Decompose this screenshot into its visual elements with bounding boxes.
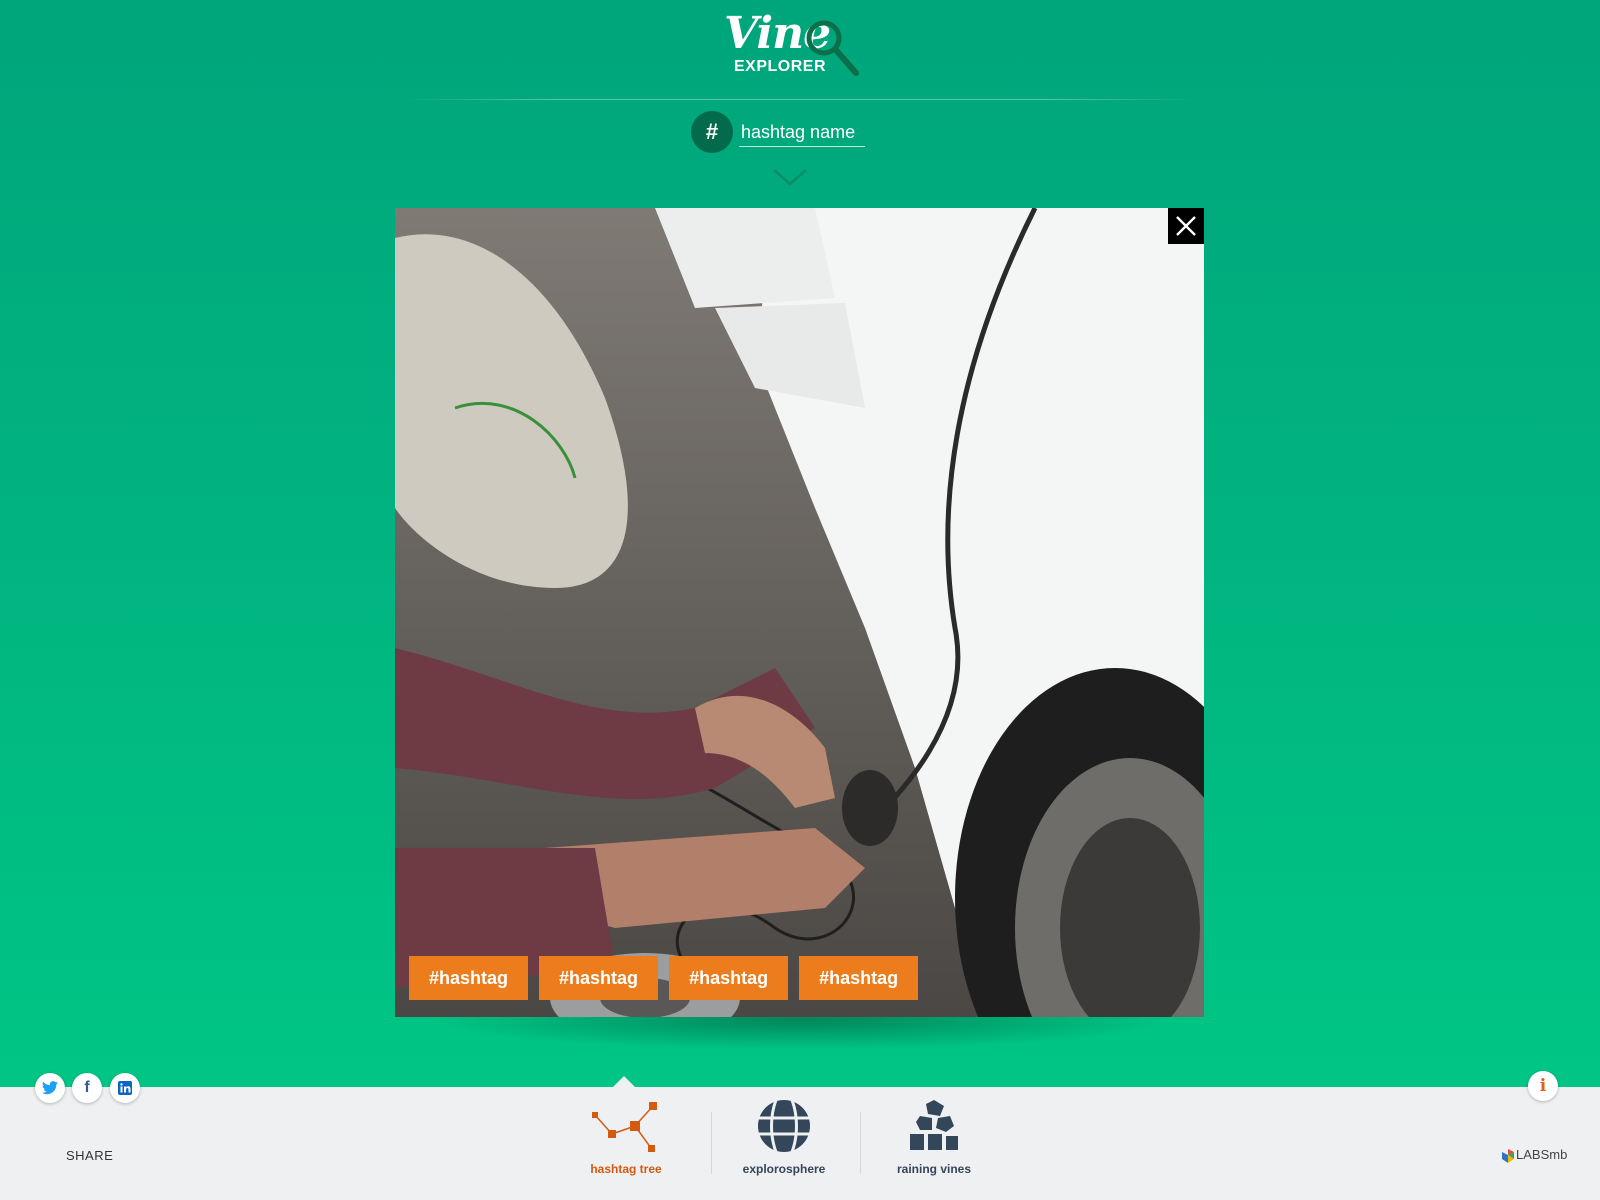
- active-tab-pointer: [613, 1076, 635, 1087]
- hashtag-list: #hashtag #hashtag #hashtag #hashtag: [409, 956, 919, 1000]
- nav-divider: [711, 1112, 712, 1174]
- tab-raining-vines[interactable]: raining vines: [869, 1098, 999, 1190]
- globe-grid-icon: [758, 1099, 810, 1153]
- facebook-share-button[interactable]: f: [72, 1073, 102, 1103]
- tab-hashtag-tree[interactable]: hashtag tree: [561, 1098, 691, 1190]
- hashtag-chip[interactable]: #hashtag: [409, 956, 529, 1000]
- video-frame[interactable]: [395, 208, 1204, 1017]
- close-button[interactable]: [1168, 208, 1204, 244]
- nav-label: hashtag tree: [590, 1162, 662, 1176]
- labs-logo-icon: [1502, 1148, 1514, 1163]
- labs-brand-text: LABSmb: [1516, 1147, 1568, 1162]
- linkedin-share-button[interactable]: [110, 1073, 140, 1103]
- nav-label: raining vines: [896, 1162, 972, 1176]
- info-button[interactable]: i: [1528, 1071, 1558, 1101]
- magnifier-icon: [806, 20, 859, 76]
- tab-explorosphere[interactable]: explorosphere: [719, 1098, 849, 1190]
- nav-label: explorosphere: [742, 1162, 826, 1176]
- labs-brand-link[interactable]: LABSmb: [1502, 1147, 1567, 1163]
- vine-explorer-logo[interactable]: Vine EXPLORER: [720, 8, 870, 80]
- twitter-share-button[interactable]: [35, 1073, 65, 1103]
- hashtag-chip[interactable]: #hashtag: [799, 956, 919, 1000]
- share-label: SHARE: [66, 1148, 114, 1163]
- hashtag-search-input[interactable]: [739, 118, 865, 147]
- linkedin-icon: [118, 1081, 132, 1095]
- hashtag-chip[interactable]: #hashtag: [669, 956, 789, 1000]
- facebook-icon: f: [84, 1079, 90, 1096]
- close-icon: [1176, 216, 1196, 236]
- chevron-down-icon[interactable]: [772, 168, 808, 188]
- stacked-cubes-icon: [910, 1100, 958, 1150]
- hash-icon: #: [691, 111, 733, 153]
- header-divider: [400, 99, 1200, 100]
- nav-divider: [860, 1112, 861, 1174]
- vine-video-modal: #hashtag #hashtag #hashtag #hashtag: [395, 208, 1204, 1017]
- hashtag-tree-icon: [592, 1102, 657, 1152]
- twitter-icon: [42, 1081, 58, 1095]
- hashtag-chip[interactable]: #hashtag: [539, 956, 659, 1000]
